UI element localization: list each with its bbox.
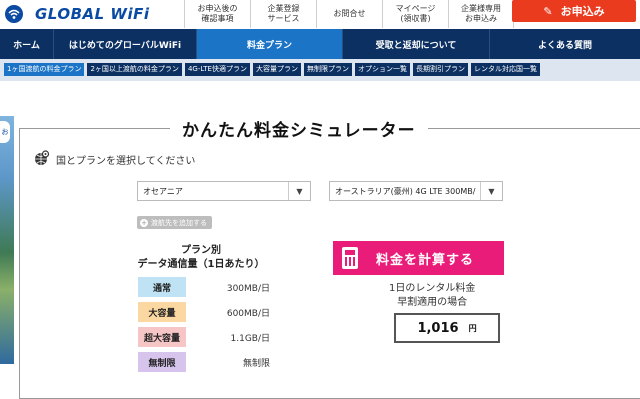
chevron-down-icon: ▼ [288, 182, 310, 200]
pricing-subnav: 1ヶ国渡航の料金プラン 2ヶ国以上渡航の料金プラン 4G-LTE快適プラン 大容… [0, 59, 640, 81]
nav-item-first-time[interactable]: はじめてのグローバルWiFi [54, 29, 197, 59]
nav-item-home[interactable]: ホーム [0, 29, 54, 59]
top-link-after-apply[interactable]: お申込後の 確認事項 [184, 0, 250, 28]
price-result: 1,016 円 [394, 313, 500, 343]
apply-button-label: お申込み [560, 5, 605, 18]
plus-icon: + [140, 218, 148, 227]
plan-tag-large: 大容量 [138, 302, 186, 322]
subnav-single-country[interactable]: 1ヶ国渡航の料金プラン [4, 63, 85, 76]
plan-row: 大容量 600MB/日 [138, 302, 278, 322]
side-banner[interactable]: お [0, 116, 14, 364]
plan-heading: プラン別 データ通信量（1日あたり） [137, 245, 265, 270]
region-select[interactable]: オセアニア ▼ [137, 181, 311, 201]
logo-text: GLOBAL WiFi [35, 5, 150, 23]
main-nav: ホーム はじめてのグローバルWiFi 料金プラン 受取と返却について よくある質… [0, 29, 640, 59]
region-select-value: オセアニア [143, 186, 183, 196]
subnav-4g-lte[interactable]: 4G-LTE快適プラン [184, 63, 250, 76]
simulator-panel [19, 128, 640, 399]
calculate-button-label: 料金を計算する [376, 252, 475, 268]
top-link-contact[interactable]: お問合せ [316, 0, 382, 28]
add-destination-label: 渡航先を追加する [151, 218, 207, 227]
top-link-corporate-apply[interactable]: 企業様専用 お申込み [448, 0, 514, 28]
logo[interactable]: GLOBAL WiFi [4, 4, 149, 24]
nav-item-faq[interactable]: よくある質問 [490, 29, 640, 59]
add-destination-button[interactable]: + 渡航先を追加する [137, 216, 212, 229]
top-link-corporate-register[interactable]: 企業登録 サービス [250, 0, 316, 28]
nav-item-pickup-return[interactable]: 受取と返却について [343, 29, 490, 59]
pen-icon: ✎ [543, 4, 553, 18]
subnav-long-term[interactable]: 長期割引プラン [412, 63, 468, 76]
price-note: 1日のレンタル料金 早割適用の場合 [389, 283, 476, 308]
apply-button[interactable]: ✎ お申込み [512, 0, 636, 22]
globe-pin-icon [35, 150, 50, 165]
top-link-mypage[interactable]: マイページ (領収書) [382, 0, 448, 28]
subnav-large-capacity[interactable]: 大容量プラン [252, 63, 301, 76]
plan-row: 無制限 無制限 [138, 352, 278, 372]
plan-tag-extra-large: 超大容量 [138, 327, 186, 347]
side-banner-text: お [0, 121, 10, 143]
subnav-countries[interactable]: レンタル対応国一覧 [470, 63, 540, 76]
nav-item-pricing[interactable]: 料金プラン [197, 29, 343, 59]
calculate-button[interactable]: 料金を計算する [333, 241, 504, 275]
plan-row: 通常 300MB/日 [138, 277, 278, 297]
plan-value: 1.1GB/日 [230, 333, 271, 344]
plan-value: 無制限 [242, 358, 270, 369]
calculator-icon [342, 247, 358, 269]
plan-tag-standard: 通常 [138, 277, 186, 297]
subnav-multi-country[interactable]: 2ヶ国以上渡航の料金プラン [87, 63, 182, 76]
price-amount: 1,016 [417, 320, 459, 336]
plan-tag-unlimited: 無制限 [138, 352, 186, 372]
top-links: お申込後の 確認事項 企業登録 サービス お問合せ マイページ (領収書) 企業… [184, 0, 514, 28]
chevron-down-icon: ▼ [480, 182, 502, 200]
plan-value: 300MB/日 [226, 283, 270, 294]
select-instruction: 国とプランを選択してください [56, 156, 196, 167]
price-unit: 円 [468, 323, 477, 333]
plan-select[interactable]: オーストラリア(豪州) 4G LTE 300MB/ ▼ [329, 181, 503, 201]
plan-row: 超大容量 1.1GB/日 [138, 327, 278, 347]
simulator-title: かんたん料金シミュレーター [170, 116, 428, 141]
plan-value: 600MB/日 [226, 308, 270, 319]
subnav-unlimited[interactable]: 無制限プラン [303, 63, 352, 76]
wifi-logo-icon [5, 5, 23, 23]
site-header: GLOBAL WiFi お申込後の 確認事項 企業登録 サービス お問合せ マイ… [0, 0, 640, 29]
subnav-options[interactable]: オプション一覧 [354, 63, 410, 76]
plan-select-value: オーストラリア(豪州) 4G LTE 300MB/ [335, 186, 476, 196]
